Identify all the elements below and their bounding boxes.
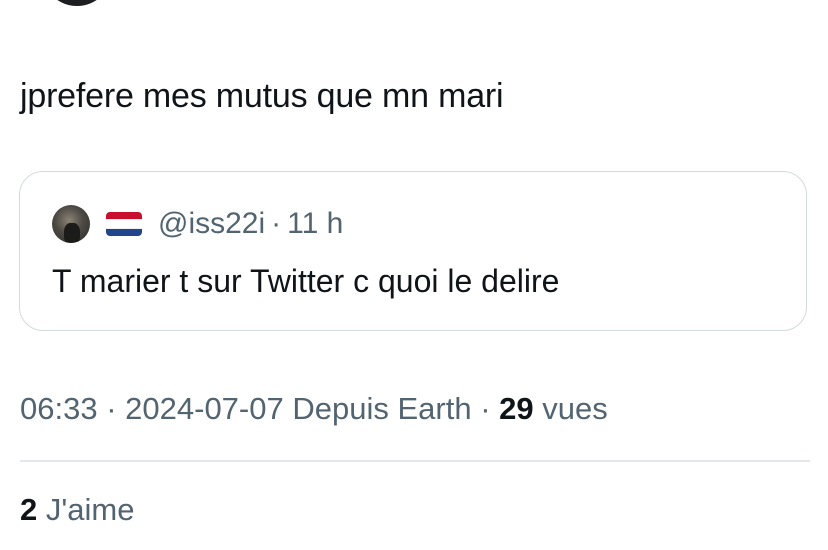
divider xyxy=(20,460,810,462)
quoted-header-separator: · xyxy=(271,207,282,240)
quoted-author-handle[interactable]: @iss22i xyxy=(158,207,265,241)
likes-stat[interactable]: 2 J'aime xyxy=(20,490,135,530)
tweet-source: Depuis Earth xyxy=(292,391,472,426)
netherlands-flag-icon xyxy=(106,212,142,236)
likes-count: 2 xyxy=(20,492,38,527)
likes-label: J'aime xyxy=(45,492,135,527)
tweet-text: jprefere mes mutus que mn mari xyxy=(20,77,504,115)
quoted-tweet-header: @iss22i · 11 h xyxy=(52,204,343,244)
quoted-tweet-time[interactable]: 11 h xyxy=(287,207,343,241)
tweet-time[interactable]: 06:33 xyxy=(20,391,98,426)
quoted-tweet-text: T marier t sur Twitter c quoi le delire xyxy=(52,263,560,299)
views-label: vues xyxy=(542,391,608,426)
views-count: 29 xyxy=(499,391,534,426)
meta-separator-views: · xyxy=(480,391,491,426)
author-avatar[interactable] xyxy=(42,0,112,6)
tweet-meta: 06:33 · 2024-07-07 Depuis Earth · 29 vue… xyxy=(20,389,608,429)
tweet-detail-page: jprefere mes mutus que mn mari @iss22i ·… xyxy=(0,0,828,550)
meta-separator: · xyxy=(106,391,117,426)
quoted-tweet-card[interactable]: @iss22i · 11 h T marier t sur Twitter c … xyxy=(19,171,807,331)
quoted-author-avatar[interactable] xyxy=(52,205,90,243)
tweet-date[interactable]: 2024-07-07 xyxy=(125,391,284,426)
